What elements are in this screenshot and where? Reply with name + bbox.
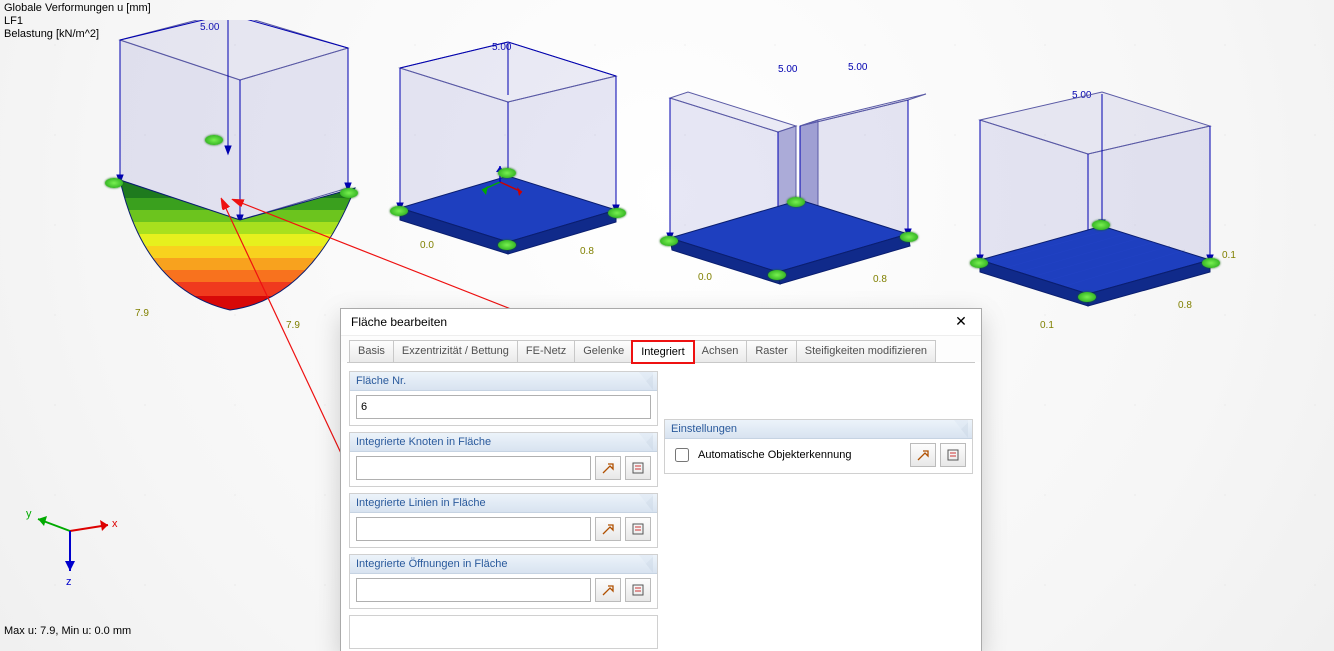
support-icon [1078, 292, 1096, 302]
group-empty [349, 615, 658, 649]
model-1[interactable]: 5.00 [90, 20, 370, 320]
select-list-icon[interactable] [940, 443, 966, 467]
support-icon [205, 135, 223, 145]
support-icon [498, 240, 516, 250]
support-icon [900, 232, 918, 242]
int-linien-input[interactable] [356, 517, 591, 541]
deformation-contour [110, 180, 310, 300]
close-button[interactable]: ✕ [947, 312, 975, 332]
group-title: Einstellungen [671, 423, 737, 435]
deflection-label: 0.8 [580, 246, 594, 257]
tab-raster[interactable]: Raster [746, 340, 796, 362]
support-icon [1092, 220, 1110, 230]
model-4[interactable]: 5.00 [960, 90, 1260, 350]
pick-icon[interactable] [595, 517, 621, 541]
deflection-label: 0.0 [420, 240, 434, 251]
group-integrierte-knoten: Integrierte Knoten in Fläche [349, 432, 658, 487]
support-icon [660, 236, 678, 246]
flaeche-nr-input[interactable] [356, 395, 651, 419]
pick-icon[interactable] [595, 456, 621, 480]
auto-detect-label: Automatische Objekterkennung [698, 449, 851, 461]
deflection-label: 0.8 [1178, 300, 1192, 311]
support-icon [1202, 258, 1220, 268]
deflection-label: 7.9 [286, 320, 300, 331]
dialog-body: Fläche Nr. Integrierte Knoten in Fläche … [341, 363, 981, 651]
group-title: Integrierte Knoten in Fläche [356, 436, 491, 448]
tab-fe-netz[interactable]: FE-Netz [517, 340, 575, 362]
deflection-label: 0.1 [1040, 320, 1054, 331]
tab-achsen[interactable]: Achsen [693, 340, 748, 362]
support-icon [970, 258, 988, 268]
global-axes-gizmo: x y z [20, 491, 120, 591]
deflection-label: 7.9 [135, 308, 149, 319]
support-icon [498, 168, 516, 178]
auto-detect-row[interactable]: Automatische Objekterkennung [671, 445, 851, 465]
select-list-icon[interactable] [625, 456, 651, 480]
dialog-titlebar[interactable]: Fläche bearbeiten ✕ [341, 309, 981, 336]
tab-basis[interactable]: Basis [349, 340, 394, 362]
tab-steifigkeiten-modifizieren[interactable]: Steifigkeiten modifizieren [796, 340, 936, 362]
support-icon [105, 178, 123, 188]
group-title: Fläche Nr. [356, 375, 406, 387]
status-line: Max u: 7.9, Min u: 0.0 mm [4, 625, 131, 637]
tab-integriert[interactable]: Integriert [632, 341, 693, 363]
model-3[interactable]: 5.00 5.00 0.0 0.8 [650, 62, 950, 322]
model-4-geometry [960, 90, 1260, 350]
select-list-icon[interactable] [625, 578, 651, 602]
svg-text:z: z [66, 576, 72, 588]
info-line-1: Globale Verformungen u [mm] [4, 2, 151, 15]
int-oeffnungen-input[interactable] [356, 578, 591, 602]
support-icon [787, 197, 805, 207]
edit-surface-dialog[interactable]: Fläche bearbeiten ✕ Basis Exzentrizität … [340, 308, 982, 651]
deflection-label: 0.0 [698, 272, 712, 283]
tab-exzentrizitaet-bettung[interactable]: Exzentrizität / Bettung [393, 340, 518, 362]
model-3-geometry [650, 62, 950, 322]
support-icon [768, 270, 786, 280]
group-integrierte-oeffnungen: Integrierte Öffnungen in Fläche [349, 554, 658, 609]
auto-detect-checkbox[interactable] [675, 448, 689, 462]
pick-icon[interactable] [910, 443, 936, 467]
dialog-title: Fläche bearbeiten [351, 315, 447, 329]
deflection-label: 0.1 [1222, 250, 1236, 261]
group-title: Integrierte Öffnungen in Fläche [356, 558, 507, 570]
deflection-label: 0.8 [873, 274, 887, 285]
svg-text:x: x [112, 518, 118, 530]
pick-icon[interactable] [595, 578, 621, 602]
dialog-tabs: Basis Exzentrizität / Bettung FE-Netz Ge… [341, 336, 981, 362]
tab-gelenke[interactable]: Gelenke [574, 340, 633, 362]
model-2[interactable]: 5.00 [380, 40, 640, 300]
group-einstellungen: Einstellungen Automatische Objekterkennu… [664, 419, 973, 474]
select-list-icon[interactable] [625, 517, 651, 541]
int-knoten-input[interactable] [356, 456, 591, 480]
group-title: Integrierte Linien in Fläche [356, 497, 486, 509]
group-integrierte-linien: Integrierte Linien in Fläche [349, 493, 658, 548]
support-icon [340, 188, 358, 198]
support-icon [608, 208, 626, 218]
group-flaeche-nr: Fläche Nr. [349, 371, 658, 426]
svg-text:y: y [26, 508, 32, 520]
support-icon [390, 206, 408, 216]
